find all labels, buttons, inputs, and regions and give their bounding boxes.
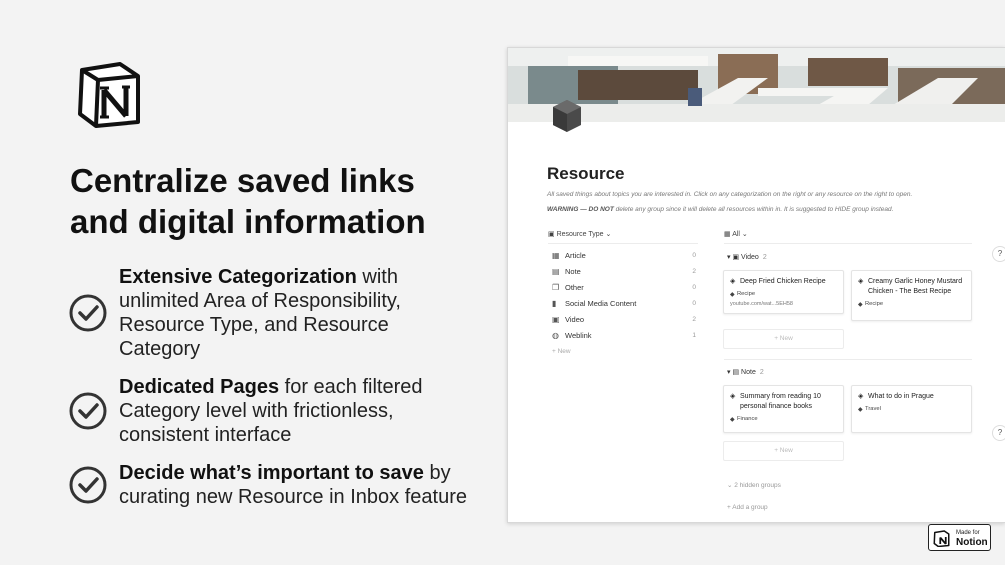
group-header-video[interactable]: ▾ ▣ Video 2 xyxy=(727,253,767,261)
cube-icon xyxy=(553,100,581,132)
cube-icon: ◈ xyxy=(730,393,736,400)
notion-window: Resource All saved things about topics y… xyxy=(507,47,1005,523)
sidebar-item-video[interactable]: ▣ Video 2 xyxy=(552,315,699,331)
triangle-down-icon: ▾ xyxy=(727,254,731,261)
note-icon: ▤ xyxy=(552,267,560,276)
hidden-groups-toggle[interactable]: ⌄ 2 hidden groups xyxy=(727,481,781,489)
video-icon: ▣ xyxy=(732,254,740,261)
feature-title: Decide what’s important to save xyxy=(119,462,424,484)
table-icon: ▦ xyxy=(552,251,560,260)
feature-item: Dedicated Pages for each filtered Catego… xyxy=(68,375,468,447)
page-title: Resource xyxy=(547,164,625,183)
copy-icon: ❐ xyxy=(552,283,560,292)
badge-big-text: Notion xyxy=(956,537,988,548)
resource-card[interactable]: ◈ Deep Fried Chicken Recipe ◆ Recipe youtu… xyxy=(723,270,844,314)
sidebar-new-button[interactable]: + New xyxy=(552,347,699,363)
sidebar-item-note[interactable]: ▤ Note 2 xyxy=(552,267,699,283)
help-button[interactable]: ? xyxy=(992,425,1005,441)
cube-icon: ◈ xyxy=(858,278,864,285)
check-circle-icon xyxy=(69,294,107,332)
group-header-note[interactable]: ▾ ▤ Note 2 xyxy=(727,368,764,376)
chevron-down-icon: ⌄ xyxy=(727,482,733,489)
feature-title: Extensive Categorization xyxy=(119,266,357,288)
sidebar-item-social-media-content[interactable]: ▮ Social Media Content 0 xyxy=(552,299,699,315)
cube-icon: ◈ xyxy=(858,393,864,400)
resource-card[interactable]: ◈ Summary from reading 10 personal financ… xyxy=(723,385,844,433)
feature-title: Dedicated Pages xyxy=(119,376,280,398)
note-icon: ▤ xyxy=(732,369,740,376)
help-button[interactable]: ? xyxy=(992,246,1005,262)
resource-type-view-header[interactable]: ▣ Resource Type ⌄ xyxy=(548,230,698,244)
badge-small-text: Made for xyxy=(956,530,980,536)
chevron-down-icon: ⌄ xyxy=(741,231,748,238)
resource-card[interactable]: ◈ What to do in Prague ◆ Travel xyxy=(851,385,972,433)
check-circle-icon xyxy=(69,466,107,504)
feature-list: Extensive Categorization with unlimited … xyxy=(68,265,468,509)
new-card-button[interactable]: + New xyxy=(723,329,844,349)
feature-item: Extensive Categorization with unlimited … xyxy=(68,265,468,361)
grid-icon: ▦ xyxy=(724,231,731,238)
resource-type-list: ▦ Article 0 ▤ Note 2 ❐ Other 0 ▮ Social Media C… xyxy=(552,251,699,363)
new-card-button[interactable]: + New xyxy=(723,441,844,461)
notion-logo-icon xyxy=(933,530,950,547)
phone-icon: ▮ xyxy=(552,299,557,308)
divider xyxy=(724,359,972,360)
card-link[interactable]: youtube.com/wat...5EH58 xyxy=(730,301,837,307)
copy-icon: ▣ xyxy=(548,231,555,238)
resource-card[interactable]: ◈ Creamy Garlic Honey Mustard Chicken - T… xyxy=(851,270,972,321)
add-group-button[interactable]: + Add a group xyxy=(727,504,768,511)
check-circle-icon xyxy=(69,392,107,430)
tag-icon: ◆ xyxy=(730,292,735,298)
triangle-down-icon: ▾ xyxy=(727,369,731,376)
notion-logo-icon xyxy=(78,62,140,128)
made-for-notion-badge: Made for Notion xyxy=(928,524,991,551)
board-view-header[interactable]: ▦ All ⌄ xyxy=(724,230,972,244)
tag-icon: ◆ xyxy=(858,302,863,308)
tag-icon: ◆ xyxy=(858,407,863,413)
sidebar-item-other[interactable]: ❐ Other 0 xyxy=(552,283,699,299)
cube-icon: ◈ xyxy=(730,278,736,285)
feature-item: Decide what’s important to save by curat… xyxy=(68,461,468,509)
sidebar-item-weblink[interactable]: ◍ Weblink 1 xyxy=(552,331,699,347)
page-warning: WARNING — DO NOT delete any group since … xyxy=(547,206,894,213)
chevron-down-icon: ⌄ xyxy=(605,231,612,238)
globe-icon: ◍ xyxy=(552,331,559,340)
video-icon: ▣ xyxy=(552,315,560,324)
page-description: All saved things about topics you are in… xyxy=(547,191,913,198)
tag-icon: ◆ xyxy=(730,417,735,423)
sidebar-item-article[interactable]: ▦ Article 0 xyxy=(552,251,699,267)
headline: Centralize saved links and digital infor… xyxy=(70,162,426,240)
